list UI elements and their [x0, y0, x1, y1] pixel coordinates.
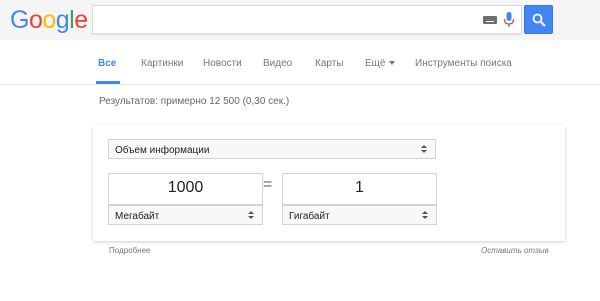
tab-images[interactable]: Картинки [141, 58, 183, 69]
more-info-link[interactable]: Подробнее [109, 246, 151, 255]
tab-maps[interactable]: Карты [315, 58, 344, 69]
caret-down-icon [389, 61, 396, 66]
tab-video[interactable]: Видео [263, 58, 292, 69]
category-select[interactable]: Объем информации [108, 139, 436, 159]
keyboard-icon[interactable] [483, 16, 497, 24]
up-down-arrows-icon [422, 211, 429, 221]
from-unit: Мегабайт [115, 211, 160, 222]
active-tab-indicator [96, 81, 120, 84]
category-value: Объем информации [115, 145, 210, 156]
search-input[interactable] [99, 10, 473, 32]
from-value-input[interactable]: 1000 [108, 173, 263, 205]
logo-letter: o [42, 6, 56, 34]
search-box [92, 5, 522, 34]
search-button[interactable] [524, 5, 553, 34]
feedback-link[interactable]: Оставить отзыв [481, 246, 549, 255]
microphone-icon[interactable] [503, 11, 515, 29]
tab-all[interactable]: Все [98, 58, 116, 69]
tab-more-label: Ещё [365, 58, 386, 69]
header-bar: Google [0, 0, 600, 40]
unit-converter-card: Объем информации 1000 Мегабайт = 1 Гигаб… [93, 125, 565, 241]
to-unit-select[interactable]: Гигабайт [282, 205, 437, 225]
search-icon [532, 13, 546, 27]
to-value-input[interactable]: 1 [282, 173, 437, 205]
logo-letter: e [74, 6, 88, 34]
up-down-arrows-icon [248, 211, 255, 221]
tab-search-tools[interactable]: Инструменты поиска [415, 58, 512, 69]
tab-news[interactable]: Новости [203, 58, 242, 69]
from-unit-select[interactable]: Мегабайт [108, 205, 263, 225]
tab-more[interactable]: Ещё [365, 58, 396, 69]
from-value: 1000 [167, 179, 204, 196]
equals-sign: = [263, 176, 273, 193]
search-tabs: Все Картинки Новости Видео Карты Ещё Инс… [0, 40, 600, 85]
logo-letter: G [10, 6, 29, 34]
results-stats: Результатов: примерно 12 500 (0,30 сек.) [99, 96, 290, 107]
google-logo[interactable]: Google [10, 4, 88, 36]
logo-letter: g [55, 6, 70, 34]
to-unit: Гигабайт [289, 211, 330, 222]
up-down-arrows-icon [421, 145, 428, 155]
to-value: 1 [355, 179, 364, 196]
logo-letter: o [28, 6, 43, 34]
